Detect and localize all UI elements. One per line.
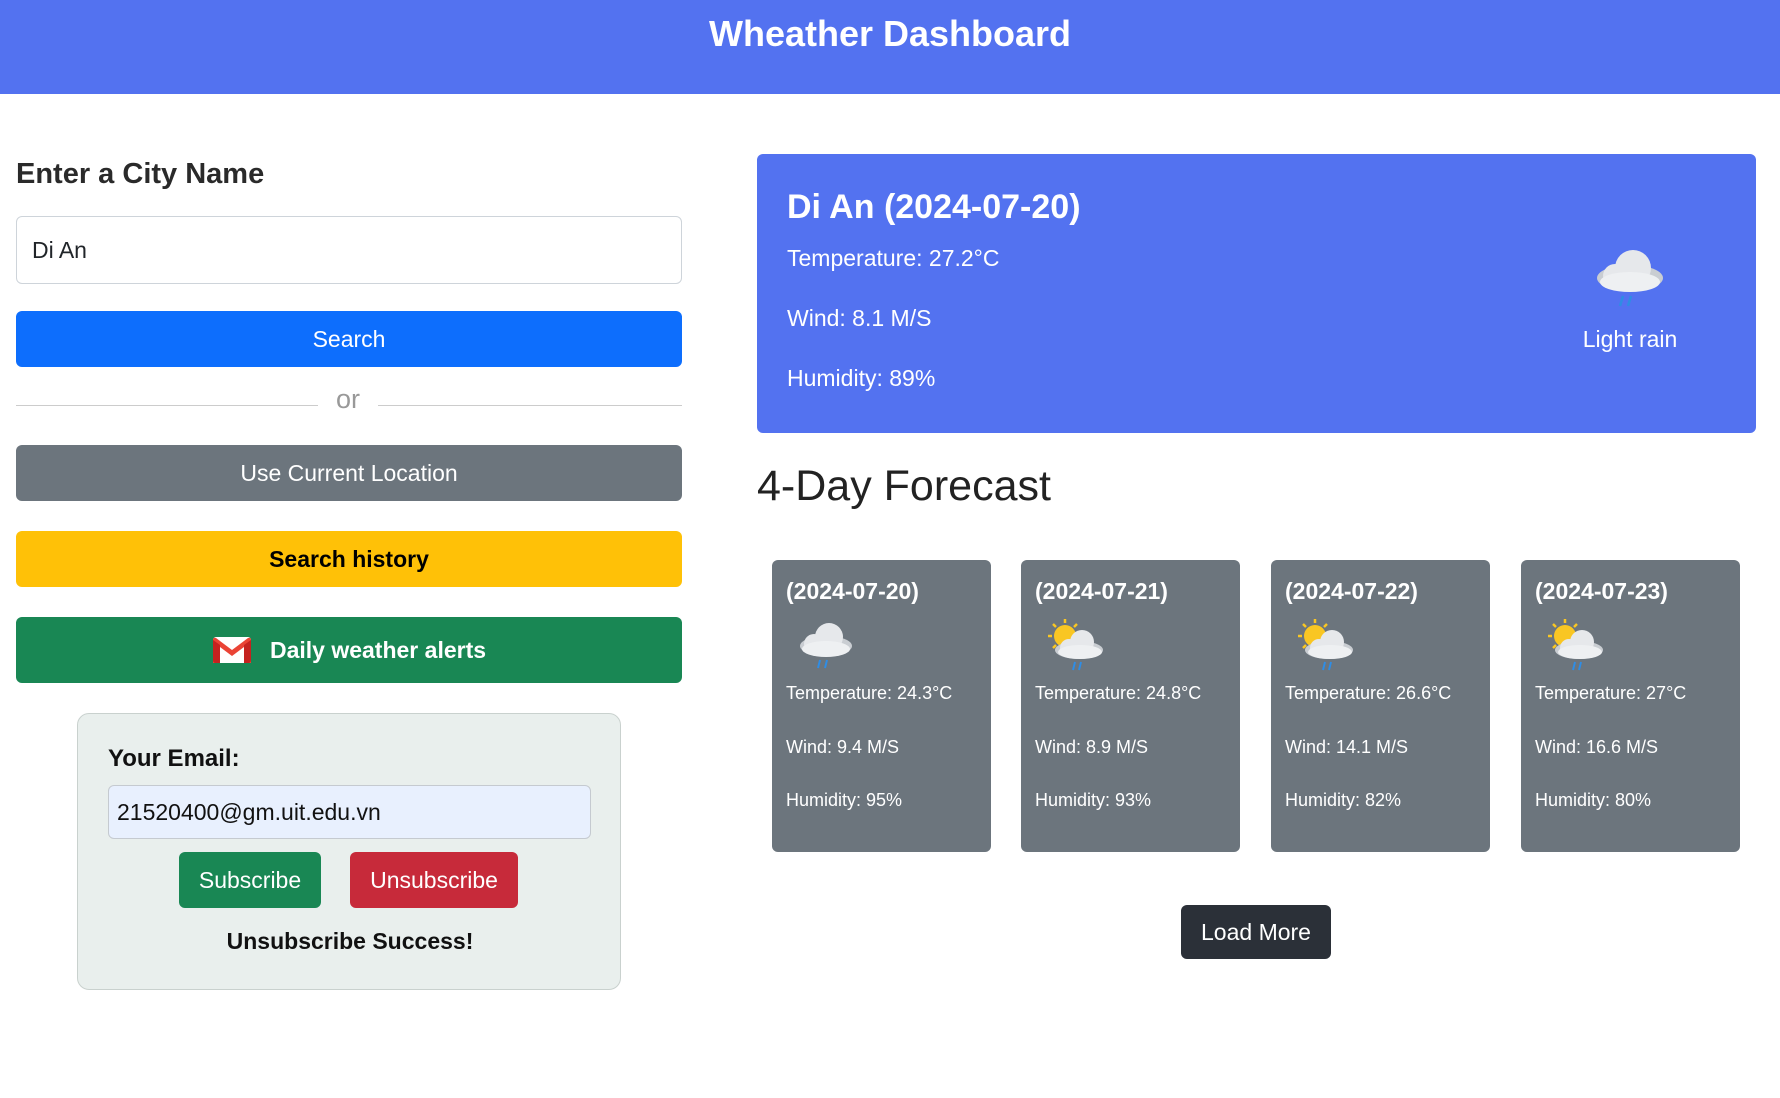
search-button[interactable]: Search <box>16 311 682 367</box>
forecast-date: (2024-07-21) <box>1035 578 1168 604</box>
sun-cloud-rain-icon <box>1298 619 1353 671</box>
email-label: Your Email: <box>108 745 240 772</box>
forecast-humidity: Humidity: 93% <box>1035 790 1152 810</box>
forecast-card: (2024-07-20) Temperature: 24.3°C Wind: 9… <box>772 560 991 852</box>
current-condition: Light rain <box>1582 326 1678 352</box>
or-text: or <box>335 384 360 414</box>
sun-cloud-rain-icon <box>1548 619 1603 671</box>
daily-weather-alerts-button[interactable]: Daily weather alerts <box>16 617 682 683</box>
page-title: Wheather Dashboard <box>708 13 1072 54</box>
forecast-humidity: Humidity: 95% <box>786 790 903 810</box>
city-input[interactable] <box>16 216 682 284</box>
or-divider: or <box>16 384 682 420</box>
forecast-wind: Wind: 8.9 M/S <box>1035 737 1149 757</box>
forecast-temperature: Temperature: 24.3°C <box>786 683 953 703</box>
forecast-date: (2024-07-20) <box>786 578 919 604</box>
forecast-card: (2024-07-22) Temperature: 26.6°C Wind: 1… <box>1271 560 1490 852</box>
forecast-date: (2024-07-22) <box>1285 578 1418 604</box>
daily-weather-alerts-label: Daily weather alerts <box>269 636 487 663</box>
rain-cloud-icon <box>1597 250 1663 307</box>
current-humidity: Humidity: 89% <box>787 365 936 391</box>
email-field[interactable] <box>108 785 591 839</box>
search-history-button[interactable]: Search history <box>16 531 682 587</box>
forecast-humidity: Humidity: 80% <box>1535 790 1652 810</box>
load-more-button[interactable]: Load More <box>1181 905 1331 959</box>
subscription-status: Unsubscribe Success! <box>226 928 474 954</box>
divider-line-right <box>378 405 682 406</box>
sun-cloud-rain-icon <box>1048 619 1103 671</box>
subscribe-button[interactable]: Subscribe <box>179 852 321 908</box>
forecast-temperature: Temperature: 27°C <box>1535 683 1687 703</box>
forecast-temperature: Temperature: 26.6°C <box>1285 683 1452 703</box>
forecast-wind: Wind: 14.1 M/S <box>1285 737 1409 757</box>
current-temperature: Temperature: 27.2°C <box>787 245 1000 271</box>
rain-cloud-icon <box>800 623 852 669</box>
gmail-icon <box>212 637 251 663</box>
divider-line-left <box>16 405 318 406</box>
unsubscribe-button[interactable]: Unsubscribe <box>350 852 518 908</box>
current-wind: Wind: 8.1 M/S <box>787 305 932 331</box>
header-bar: Wheather Dashboard <box>0 0 1780 94</box>
city-label: Enter a City Name <box>16 158 265 190</box>
forecast-date: (2024-07-23) <box>1535 578 1668 604</box>
forecast-title: 4-Day Forecast <box>757 462 1051 510</box>
forecast-card: (2024-07-21) Temperature: 24.8°C Wind: 8… <box>1021 560 1240 852</box>
forecast-wind: Wind: 9.4 M/S <box>786 737 900 757</box>
current-weather-card: Di An (2024-07-20) Temperature: 27.2°C W… <box>757 154 1756 433</box>
current-city-title: Di An (2024-07-20) <box>787 188 1081 226</box>
forecast-card: (2024-07-23) Temperature: 27°C Wind: 16.… <box>1521 560 1740 852</box>
forecast-cards: (2024-07-20) Temperature: 24.3°C Wind: 9… <box>772 560 1742 852</box>
forecast-temperature: Temperature: 24.8°C <box>1035 683 1202 703</box>
forecast-humidity: Humidity: 82% <box>1285 790 1402 810</box>
use-current-location-button[interactable]: Use Current Location <box>16 445 682 501</box>
email-subscription-box: Your Email: Subscribe Unsubscribe Unsubs… <box>77 713 621 990</box>
forecast-wind: Wind: 16.6 M/S <box>1535 737 1659 757</box>
